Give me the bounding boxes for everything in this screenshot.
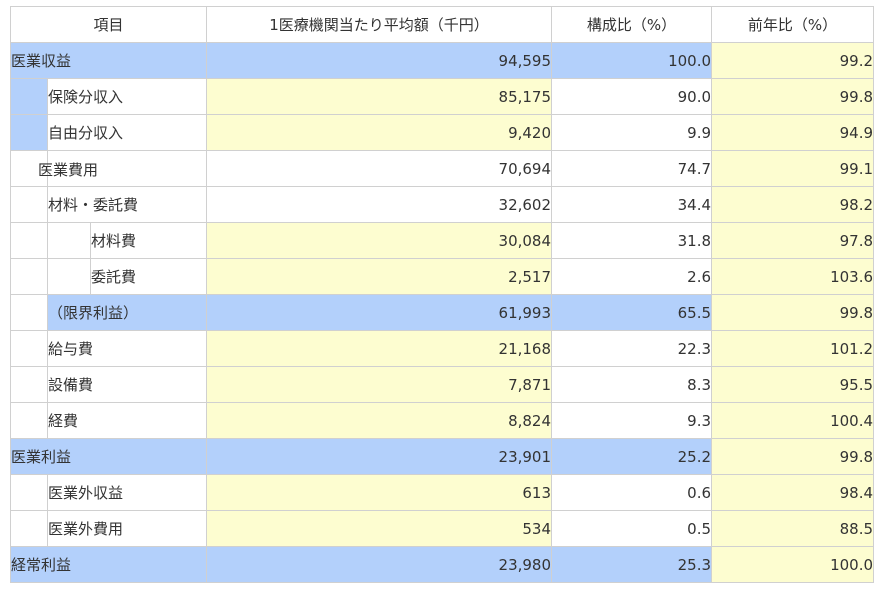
table-row: 材料・委託費 32,602 34.4 98.2 bbox=[10, 186, 875, 223]
row-amount: 2,517 bbox=[206, 258, 553, 295]
row-label: 委託費 bbox=[89, 258, 208, 295]
table-row: 保険分収入 85,175 90.0 99.8 bbox=[10, 78, 875, 115]
row-amount: 9,420 bbox=[206, 114, 553, 151]
indent-cell bbox=[10, 474, 48, 511]
header-amount: 1医療機関当たり平均額（千円） bbox=[206, 6, 553, 43]
row-label: 医業外収益 bbox=[46, 474, 208, 511]
row-label: 材料・委託費 bbox=[46, 186, 208, 223]
table-row: 経常利益 23,980 25.3 100.0 bbox=[9, 546, 875, 583]
table-row: 医業外費用 534 0.5 88.5 bbox=[10, 510, 875, 547]
row-ratio: 22.3 bbox=[551, 330, 713, 367]
row-label: 経常利益 bbox=[9, 546, 208, 583]
financial-table: 項目 1医療機関当たり平均額（千円） 構成比（%） 前年比（%） 医業収益 94… bbox=[9, 6, 875, 583]
row-yoy: 100.0 bbox=[711, 546, 875, 583]
row-ratio: 31.8 bbox=[551, 222, 713, 259]
header-ratio: 構成比（%） bbox=[551, 6, 713, 43]
row-amount: 70,694 bbox=[206, 150, 553, 187]
table-row: 委託費 2,517 2.6 103.6 bbox=[10, 258, 875, 295]
row-ratio: 74.7 bbox=[551, 150, 713, 187]
row-label: 自由分収入 bbox=[46, 114, 208, 151]
indent-cell bbox=[10, 222, 48, 259]
row-yoy: 88.5 bbox=[711, 510, 875, 547]
row-amount: 7,871 bbox=[206, 366, 553, 403]
table-row: 医業費用 70,694 74.7 99.1 bbox=[10, 150, 875, 187]
table-row: 材料費 30,084 31.8 97.8 bbox=[10, 222, 875, 259]
row-ratio: 25.2 bbox=[551, 438, 713, 475]
indent-cell bbox=[10, 294, 48, 331]
table-row: 自由分収入 9,420 9.9 94.9 bbox=[10, 114, 875, 151]
indent-cell bbox=[47, 258, 91, 295]
row-yoy: 99.1 bbox=[711, 150, 875, 187]
row-label: 医業外費用 bbox=[46, 510, 208, 547]
row-ratio: 0.5 bbox=[551, 510, 713, 547]
table-row: （限界利益） 61,993 65.5 99.8 bbox=[10, 294, 875, 331]
row-yoy: 95.5 bbox=[711, 366, 875, 403]
row-yoy: 99.8 bbox=[711, 438, 875, 475]
row-amount: 85,175 bbox=[206, 78, 553, 115]
row-amount: 23,901 bbox=[206, 438, 553, 475]
row-ratio: 100.0 bbox=[551, 42, 713, 79]
row-label-cell: 医業費用 bbox=[38, 150, 208, 187]
row-amount: 61,993 bbox=[206, 294, 553, 331]
row-label: 材料費 bbox=[89, 222, 208, 259]
header-item: 項目 bbox=[9, 6, 208, 43]
indent-cell bbox=[10, 402, 48, 439]
table-row: 給与費 21,168 22.3 101.2 bbox=[10, 330, 875, 367]
row-yoy: 103.6 bbox=[711, 258, 875, 295]
row-yoy: 99.8 bbox=[711, 78, 875, 115]
row-ratio: 90.0 bbox=[551, 78, 713, 115]
row-ratio: 34.4 bbox=[551, 186, 713, 223]
table-row: 経費 8,824 9.3 100.4 bbox=[10, 402, 875, 439]
indent-cell bbox=[10, 330, 48, 367]
row-label: 設備費 bbox=[46, 366, 208, 403]
row-label: 医業費用 bbox=[38, 161, 99, 179]
table-row: 設備費 7,871 8.3 95.5 bbox=[10, 366, 875, 403]
row-ratio: 25.3 bbox=[551, 546, 713, 583]
indent-cell bbox=[10, 258, 48, 295]
row-yoy: 94.9 bbox=[711, 114, 875, 151]
row-label: 医業利益 bbox=[9, 438, 208, 475]
indent-cell bbox=[10, 510, 48, 547]
indent-cell bbox=[10, 114, 48, 151]
indent-cell bbox=[10, 78, 48, 115]
row-label: （限界利益） bbox=[46, 294, 208, 331]
row-amount: 94,595 bbox=[206, 42, 553, 79]
row-ratio: 2.6 bbox=[551, 258, 713, 295]
table-row: 医業外収益 613 0.6 98.4 bbox=[10, 474, 875, 511]
row-ratio: 0.6 bbox=[551, 474, 713, 511]
row-label: 保険分収入 bbox=[46, 78, 208, 115]
indent-cell bbox=[10, 366, 48, 403]
row-label: 経費 bbox=[46, 402, 208, 439]
table-row: 医業利益 23,901 25.2 99.8 bbox=[9, 438, 875, 475]
row-yoy: 97.8 bbox=[711, 222, 875, 259]
row-amount: 32,602 bbox=[206, 186, 553, 223]
row-ratio: 9.3 bbox=[551, 402, 713, 439]
row-amount: 21,168 bbox=[206, 330, 553, 367]
row-amount: 8,824 bbox=[206, 402, 553, 439]
indent-cell bbox=[10, 186, 48, 223]
row-amount: 23,980 bbox=[206, 546, 553, 583]
row-amount: 613 bbox=[206, 474, 553, 511]
row-yoy: 99.2 bbox=[711, 42, 875, 79]
row-ratio: 65.5 bbox=[551, 294, 713, 331]
row-amount: 534 bbox=[206, 510, 553, 547]
row-yoy: 100.4 bbox=[711, 402, 875, 439]
row-yoy: 101.2 bbox=[711, 330, 875, 367]
row-label: 医業収益 bbox=[9, 42, 208, 79]
row-yoy: 98.4 bbox=[711, 474, 875, 511]
header-row: 項目 1医療機関当たり平均額（千円） 構成比（%） 前年比（%） bbox=[9, 6, 875, 43]
header-yoy: 前年比（%） bbox=[711, 6, 875, 43]
row-amount: 30,084 bbox=[206, 222, 553, 259]
table-row: 医業収益 94,595 100.0 99.2 bbox=[9, 42, 875, 79]
row-label: 給与費 bbox=[46, 330, 208, 367]
row-ratio: 9.9 bbox=[551, 114, 713, 151]
row-yoy: 99.8 bbox=[711, 294, 875, 331]
row-ratio: 8.3 bbox=[551, 366, 713, 403]
indent-cell bbox=[47, 222, 91, 259]
row-yoy: 98.2 bbox=[711, 186, 875, 223]
